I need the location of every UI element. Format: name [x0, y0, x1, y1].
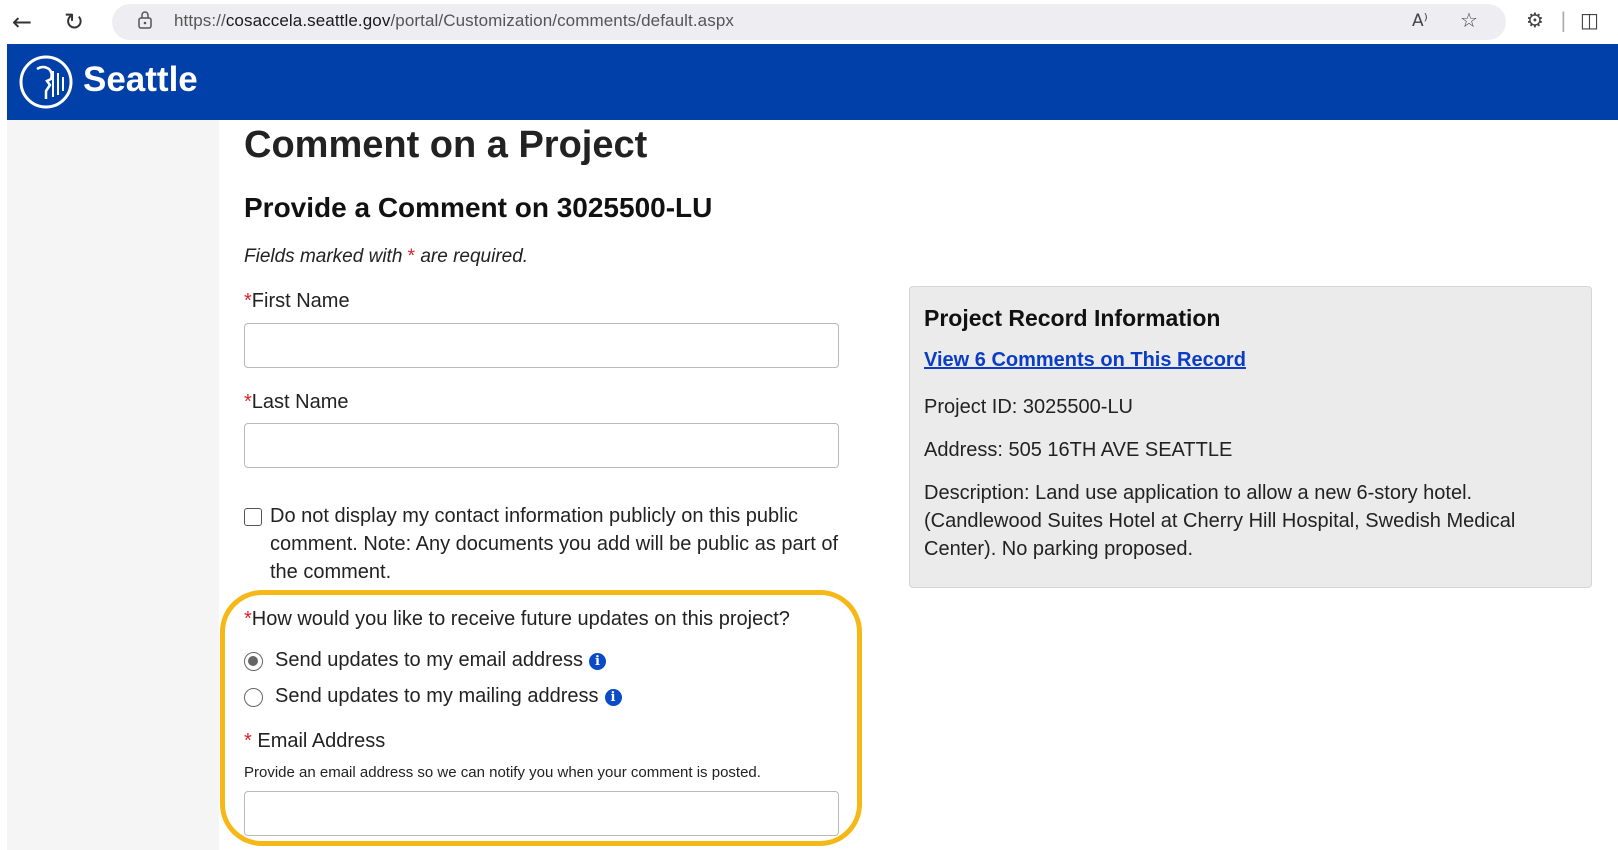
read-aloud-icon[interactable]: A⁾ — [1412, 11, 1428, 31]
site-brand[interactable]: Seattle — [83, 60, 198, 100]
project-description: Description: Land use application to all… — [924, 482, 1516, 560]
split-screen-icon[interactable]: ◫ — [1580, 8, 1599, 32]
mail-updates-radio[interactable] — [244, 688, 263, 707]
extensions-icon[interactable]: ⚙ — [1526, 8, 1544, 32]
required-star: * — [407, 246, 416, 267]
email-field[interactable] — [244, 791, 839, 836]
first-name-label-text: First Name — [251, 290, 350, 312]
first-name-label: *First Name — [244, 290, 350, 313]
updates-question: *How would you like to receive future up… — [244, 608, 790, 631]
project-id: Project ID: 3025500-LU — [924, 396, 1134, 418]
last-name-label-text: Last Name — [251, 391, 349, 413]
required-star: * — [244, 608, 252, 630]
back-icon[interactable]: ← — [6, 6, 38, 38]
page-title: Comment on a Project — [244, 124, 648, 166]
url-host: cosaccela.seattle.gov — [225, 11, 391, 30]
email-updates-option[interactable]: Send updates to my email address i — [275, 649, 606, 672]
privacy-checkbox-label[interactable]: Do not display my contact information pu… — [270, 502, 850, 586]
view-comments-link[interactable]: View 6 Comments on This Record — [924, 349, 1246, 372]
seattle-logo-icon[interactable] — [19, 55, 73, 109]
mail-updates-option[interactable]: Send updates to my mailing address i — [275, 685, 622, 708]
info-icon[interactable]: i — [604, 689, 622, 706]
mail-updates-label[interactable]: Send updates to my mailing address — [275, 685, 599, 707]
site-header: Seattle — [7, 44, 1618, 120]
required-star: * — [244, 730, 252, 752]
email-updates-label[interactable]: Send updates to my email address — [275, 649, 583, 671]
required-star: * — [244, 391, 252, 413]
toolbar-divider: | — [1560, 8, 1567, 32]
left-gutter — [7, 120, 219, 850]
required-note-text-end: are required. — [415, 246, 529, 267]
info-icon[interactable]: i — [588, 653, 606, 670]
email-label-text: Email Address — [257, 730, 386, 752]
email-help-text: Provide an email address so we can notif… — [244, 764, 761, 781]
required-note: Fields marked with * are required. — [244, 246, 528, 268]
url-text[interactable]: https://cosaccela.seattle.gov/portal/Cus… — [174, 11, 734, 31]
email-updates-radio[interactable] — [244, 652, 263, 671]
updates-question-text: How would you like to receive future upd… — [251, 608, 790, 630]
required-note-text: Fields marked with — [244, 246, 408, 267]
required-star: * — [244, 290, 252, 312]
refresh-icon[interactable]: ↻ — [58, 6, 90, 38]
email-label: * Email Address — [244, 730, 385, 753]
url-scheme: https:// — [174, 11, 226, 30]
browser-toolbar: ← ↻ https://cosaccela.seattle.gov/portal… — [0, 0, 1618, 44]
favorite-star-icon[interactable]: ☆ — [1460, 8, 1478, 32]
last-name-field[interactable] — [244, 423, 839, 468]
last-name-label: *Last Name — [244, 391, 349, 414]
url-path: /portal/Customization/comments/default.a… — [390, 11, 734, 30]
page-subtitle: Provide a Comment on 3025500-LU — [244, 192, 713, 223]
project-record-panel: Project Record Information View 6 Commen… — [909, 286, 1592, 588]
privacy-checkbox[interactable] — [244, 508, 262, 526]
project-address: Address: 505 16TH AVE SEATTLE — [924, 439, 1233, 461]
panel-title: Project Record Information — [924, 305, 1221, 331]
lock-icon[interactable] — [138, 10, 152, 30]
first-name-field[interactable] — [244, 323, 839, 368]
